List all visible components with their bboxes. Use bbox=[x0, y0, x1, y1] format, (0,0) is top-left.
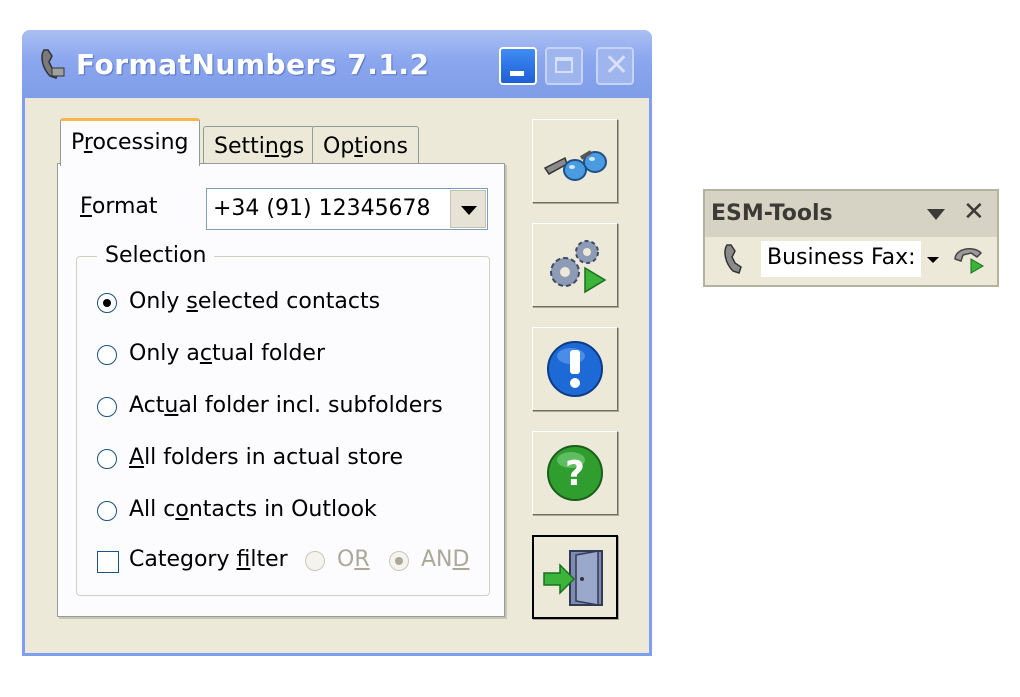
info-exclamation-icon bbox=[547, 341, 603, 397]
processing-panel: Format +34 (91) 12345678 Selection Only … bbox=[57, 163, 505, 617]
format-select[interactable]: +34 (91) 12345678 bbox=[206, 188, 488, 230]
formatnumbers-window: FormatNumbers 7.1.2 ✕ Processing Setting… bbox=[22, 30, 652, 656]
close-icon[interactable]: ✕ bbox=[963, 197, 985, 227]
svg-text:?: ? bbox=[565, 454, 585, 494]
radio-button[interactable] bbox=[97, 449, 117, 469]
binoculars-icon bbox=[543, 150, 607, 181]
radio-button[interactable] bbox=[97, 293, 117, 313]
help-question-icon: ? bbox=[547, 445, 603, 501]
category-filter-label: Category filter bbox=[129, 547, 288, 572]
title-bar[interactable]: FormatNumbers 7.1.2 ✕ bbox=[22, 30, 652, 98]
close-button[interactable]: ✕ bbox=[596, 47, 634, 85]
exit-door-icon bbox=[543, 550, 603, 606]
gears-play-icon bbox=[550, 240, 607, 294]
chevron-down-icon[interactable] bbox=[450, 190, 486, 228]
help-button[interactable]: ? bbox=[532, 431, 618, 515]
field-select[interactable]: Business Fax: bbox=[761, 241, 945, 277]
chevron-down-icon[interactable] bbox=[921, 241, 945, 277]
run-button[interactable] bbox=[532, 223, 618, 307]
dial-phone-icon[interactable] bbox=[951, 243, 987, 275]
minimize-button[interactable] bbox=[499, 47, 537, 85]
esm-tools-title: ESM-Tools bbox=[711, 201, 833, 226]
exit-button[interactable] bbox=[532, 535, 618, 619]
radio-button[interactable] bbox=[97, 397, 117, 417]
esm-tools-toolbar: ESM-Tools ✕ Business Fax: bbox=[703, 189, 999, 287]
maximize-button[interactable] bbox=[545, 47, 583, 85]
format-label: Format bbox=[80, 194, 158, 219]
radio-button[interactable] bbox=[97, 345, 117, 365]
dropdown-arrow-icon[interactable] bbox=[927, 209, 945, 220]
phone-icon bbox=[724, 244, 742, 274]
esm-tools-header[interactable]: ESM-Tools ✕ bbox=[705, 191, 997, 237]
info-button[interactable] bbox=[532, 327, 618, 411]
tab-processing[interactable]: Processing bbox=[60, 118, 200, 166]
preview-button[interactable] bbox=[532, 119, 618, 203]
field-value: Business Fax: bbox=[767, 245, 916, 270]
radio-button[interactable] bbox=[305, 551, 325, 571]
window-title: FormatNumbers 7.1.2 bbox=[76, 48, 430, 81]
selection-title: Selection bbox=[97, 243, 215, 268]
tab-settings[interactable]: Settings bbox=[203, 126, 316, 164]
radio-button[interactable] bbox=[389, 551, 409, 571]
close-icon: ✕ bbox=[604, 48, 630, 83]
phone-icon bbox=[41, 49, 65, 79]
format-value: +34 (91) 12345678 bbox=[213, 196, 431, 221]
category-filter-checkbox[interactable] bbox=[97, 551, 119, 573]
radio-button[interactable] bbox=[97, 501, 117, 521]
selection-group: Selection Only selected contacts Only ac… bbox=[76, 243, 490, 596]
tab-options[interactable]: Options bbox=[312, 126, 419, 164]
